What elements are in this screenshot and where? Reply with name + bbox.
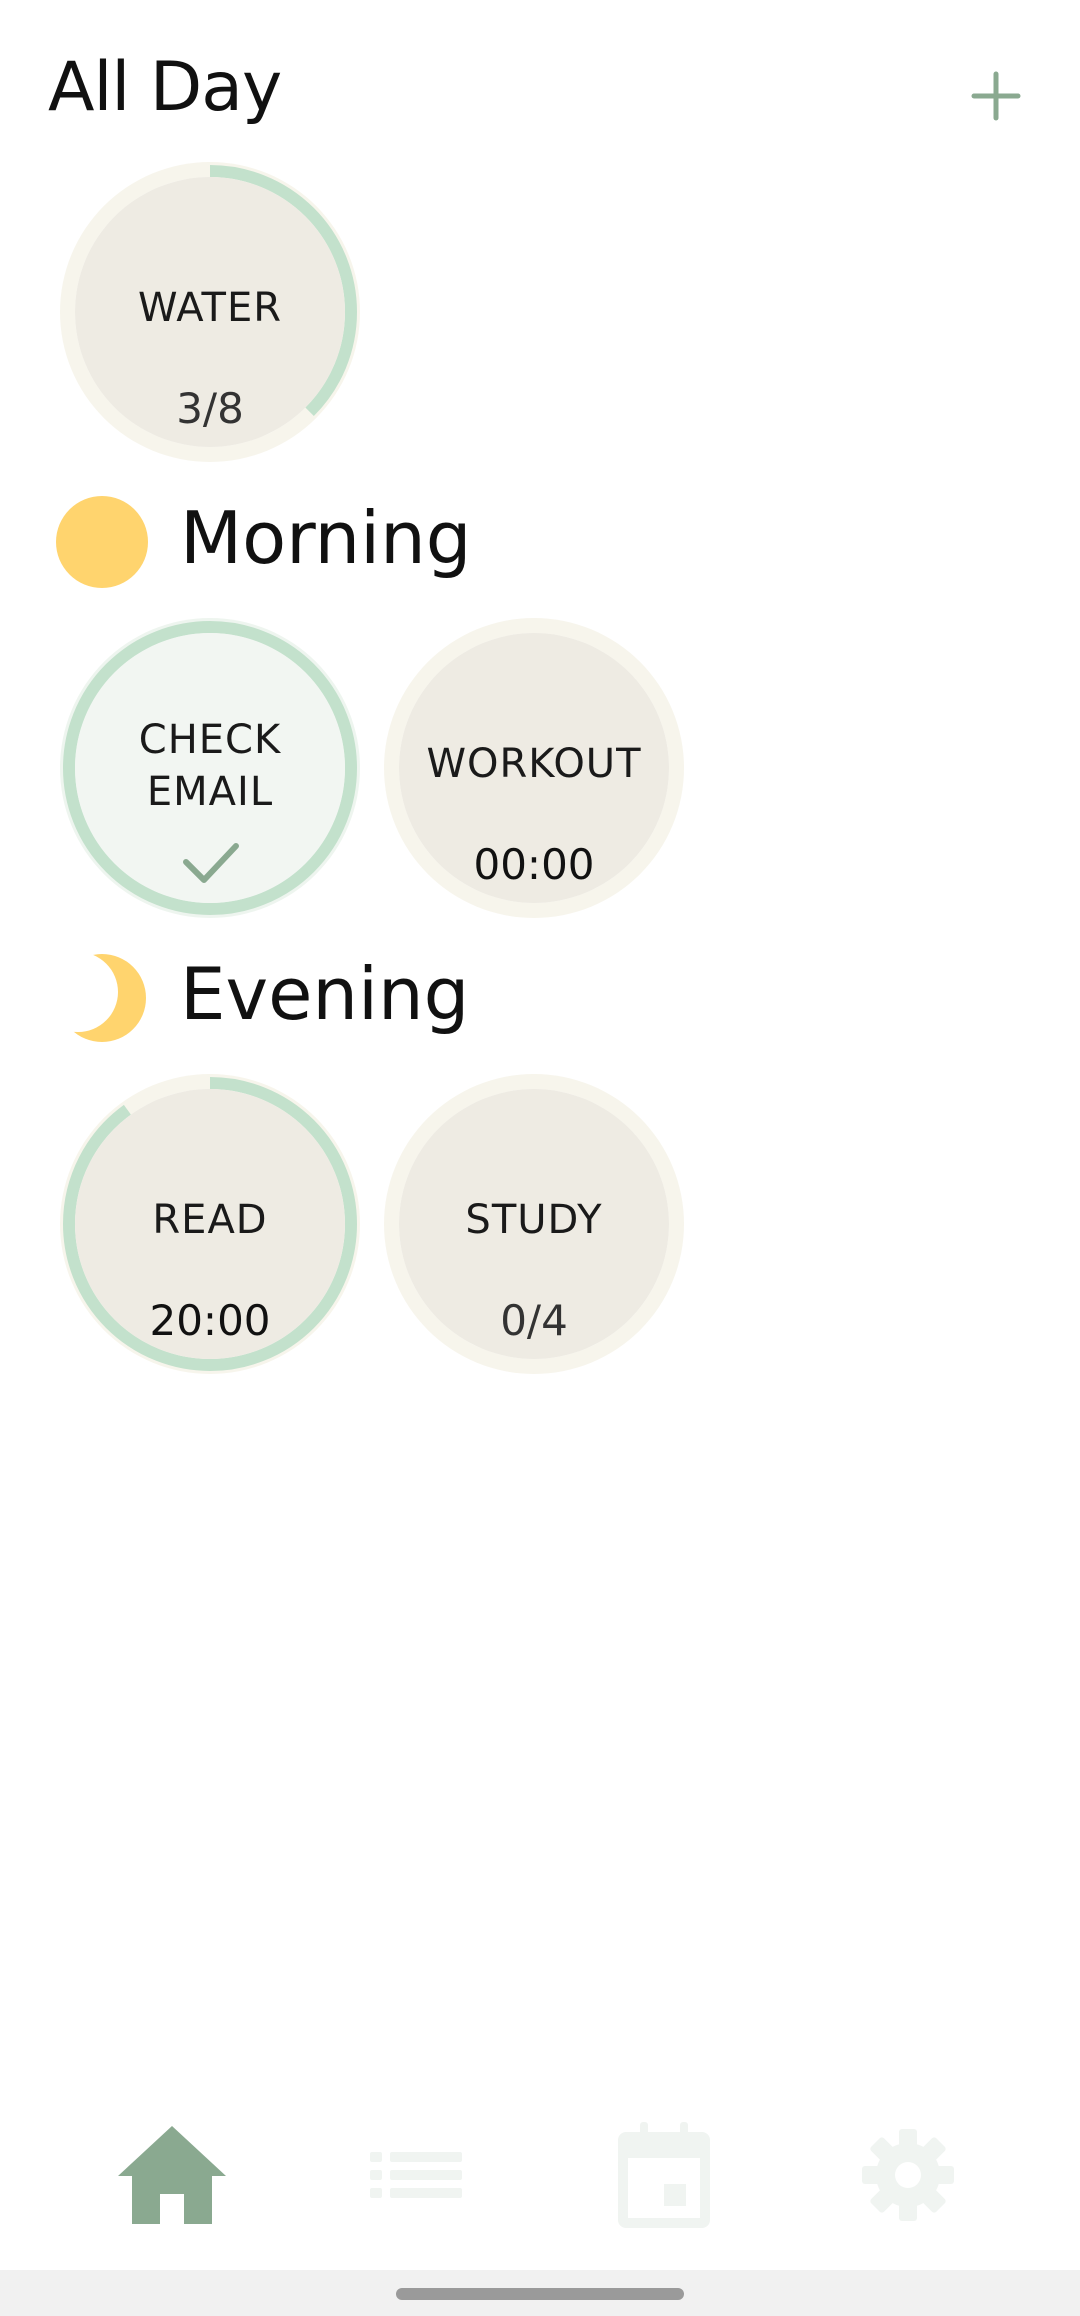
habit-name-line1: CHECK <box>138 717 282 763</box>
home-indicator[interactable] <box>396 2288 684 2300</box>
habit-progress-value: 3/8 <box>176 384 244 433</box>
bottom-nav <box>0 2090 1080 2250</box>
sun-icon <box>56 496 148 588</box>
habit-water[interactable]: WATER 3/8 <box>58 160 362 464</box>
habit-name: STUDY <box>465 1197 603 1243</box>
page-title: All Day <box>48 48 282 127</box>
nav-settings[interactable] <box>848 2120 968 2230</box>
habit-name: READ <box>152 1197 268 1243</box>
gear-icon <box>862 2129 954 2221</box>
habit-name: WATER <box>137 285 283 331</box>
gesture-bar <box>0 2270 1080 2316</box>
habit-study[interactable]: STUDY 0/4 <box>382 1072 686 1376</box>
section-title-evening: Evening <box>180 952 470 1036</box>
nav-list[interactable] <box>356 2120 476 2230</box>
plus-icon <box>971 71 1021 121</box>
habit-timer-value: 20:00 <box>149 1296 271 1345</box>
calendar-icon <box>618 2122 710 2228</box>
habit-timer-value: 00:00 <box>473 840 595 889</box>
moon-icon <box>56 952 148 1044</box>
list-icon <box>370 2152 462 2198</box>
section-title-morning: Morning <box>180 496 472 580</box>
nav-home[interactable] <box>112 2120 232 2230</box>
habit-workout[interactable]: WORKOUT 00:00 <box>382 616 686 920</box>
check-icon <box>180 838 240 888</box>
habit-progress-value: 0/4 <box>500 1296 568 1345</box>
home-icon <box>118 2126 226 2224</box>
habit-check-email[interactable]: CHECK EMAIL <box>58 616 362 920</box>
habit-read[interactable]: READ 20:00 <box>58 1072 362 1376</box>
add-habit-button[interactable] <box>960 60 1032 132</box>
habit-name-line2: EMAIL <box>146 769 274 815</box>
habit-name: WORKOUT <box>426 741 642 787</box>
nav-calendar[interactable] <box>604 2120 724 2230</box>
